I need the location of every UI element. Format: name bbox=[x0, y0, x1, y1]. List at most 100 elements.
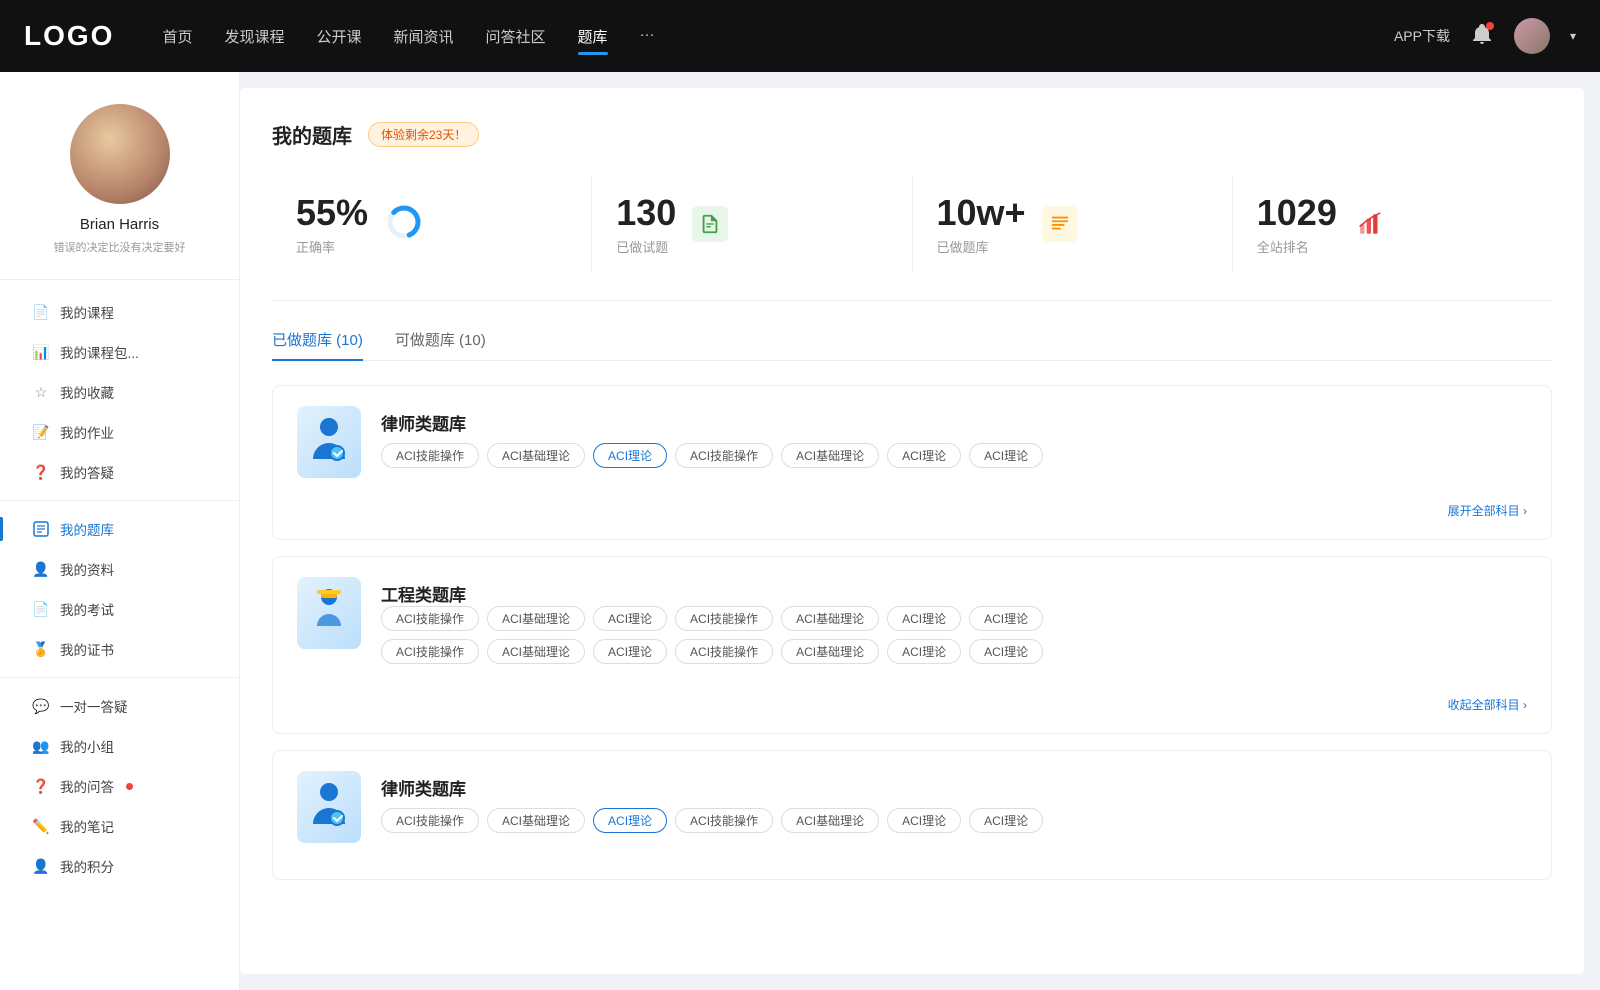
bank-tag-active[interactable]: ACI理论 bbox=[593, 443, 667, 468]
sidebar-item-mycourse[interactable]: 📄 我的课程 bbox=[0, 292, 239, 332]
bank-tag[interactable]: ACI技能操作 bbox=[675, 639, 773, 664]
stat-done-questions-number: 130 bbox=[616, 193, 676, 233]
notification-bell[interactable] bbox=[1470, 22, 1494, 51]
bank-tags-lawyer2: ACI技能操作 ACI基础理论 ACI理论 ACI技能操作 ACI基础理论 AC… bbox=[381, 808, 1043, 833]
bank-tag[interactable]: ACI理论 bbox=[887, 808, 961, 833]
sidebar-label-mycert: 我的证书 bbox=[60, 639, 114, 659]
bank-tag[interactable]: ACI技能操作 bbox=[675, 443, 773, 468]
bank-tag[interactable]: ACI技能操作 bbox=[381, 443, 479, 468]
bank-card-lawyer: 律师类题库 ACI技能操作 ACI基础理论 ACI理论 ACI技能操作 ACI基… bbox=[272, 385, 1552, 540]
bank-tag[interactable]: ACI基础理论 bbox=[487, 606, 585, 631]
page-title: 我的题库 bbox=[272, 120, 352, 149]
bank-tag[interactable]: ACI技能操作 bbox=[675, 606, 773, 631]
sidebar-label-mypoints: 我的积分 bbox=[60, 856, 114, 876]
nav-questionbank[interactable]: 题库 bbox=[578, 22, 608, 51]
bank-tag[interactable]: ACI理论 bbox=[593, 639, 667, 664]
sidebar-item-myqa[interactable]: ❓ 我的答疑 bbox=[0, 452, 239, 492]
sidebar-label-mygroup: 我的小组 bbox=[60, 736, 114, 756]
nav-links: 首页 发现课程 公开课 新闻资讯 问答社区 题库 ··· bbox=[162, 22, 1394, 51]
bank-tag[interactable]: ACI基础理论 bbox=[781, 606, 879, 631]
bank-tag[interactable]: ACI技能操作 bbox=[381, 606, 479, 631]
page-header: 我的题库 体验剩余23天！ bbox=[272, 120, 1552, 149]
bank-tag[interactable]: ACI理论 bbox=[887, 443, 961, 468]
bank-tag-active[interactable]: ACI理论 bbox=[593, 808, 667, 833]
bank-tag[interactable]: ACI理论 bbox=[969, 808, 1043, 833]
engineer-figure-icon bbox=[307, 586, 351, 640]
sidebar-item-onetoone[interactable]: 💬 一对一答疑 bbox=[0, 686, 239, 726]
stat-rank-number: 1029 bbox=[1257, 193, 1337, 233]
sidebar-label-myquestionbank: 我的题库 bbox=[60, 519, 114, 539]
trial-badge: 体验剩余23天！ bbox=[368, 122, 479, 147]
bank-tag[interactable]: ACI理论 bbox=[593, 606, 667, 631]
myprofile-icon: 👤 bbox=[32, 560, 50, 578]
bank-tag[interactable]: ACI理论 bbox=[887, 606, 961, 631]
user-avatar[interactable] bbox=[1514, 18, 1550, 54]
sidebar-item-myquestionbank[interactable]: 我的题库 bbox=[0, 509, 239, 549]
tabs-row: 已做题库 (10) 可做题库 (10) bbox=[272, 329, 1552, 361]
mycourse-icon: 📄 bbox=[32, 303, 50, 321]
bank-tag[interactable]: ACI技能操作 bbox=[381, 639, 479, 664]
nav-home[interactable]: 首页 bbox=[162, 22, 192, 51]
bank-tags-engineer-row2: ACI技能操作 ACI基础理论 ACI理论 ACI技能操作 ACI基础理论 AC… bbox=[381, 639, 1043, 664]
sidebar-item-myprofile[interactable]: 👤 我的资料 bbox=[0, 549, 239, 589]
user-menu-chevron[interactable]: ▾ bbox=[1570, 29, 1576, 43]
bank-tag[interactable]: ACI基础理论 bbox=[781, 808, 879, 833]
sidebar-item-mypackage[interactable]: 📊 我的课程包... bbox=[0, 332, 239, 372]
stat-done-questions-label: 已做试题 bbox=[616, 237, 676, 256]
myhomework-icon: 📝 bbox=[32, 423, 50, 441]
nav-discover[interactable]: 发现课程 bbox=[224, 22, 284, 51]
sidebar-menu: 📄 我的课程 📊 我的课程包... ☆ 我的收藏 📝 我的作业 ❓ 我的答疑 bbox=[0, 280, 239, 898]
sidebar-label-mynotes: 我的笔记 bbox=[60, 816, 114, 836]
sidebar-motto: 错误的决定比没有决定要好 bbox=[54, 239, 186, 255]
tab-available-banks[interactable]: 可做题库 (10) bbox=[395, 329, 486, 360]
logo: LOGO bbox=[24, 20, 114, 52]
sidebar-avatar-image bbox=[70, 104, 170, 204]
sidebar-item-mycert[interactable]: 🏅 我的证书 bbox=[0, 629, 239, 669]
mypackage-icon: 📊 bbox=[32, 343, 50, 361]
bank-title-lawyer2: 律师类题库 bbox=[381, 771, 1043, 800]
bank-tag[interactable]: ACI基础理论 bbox=[487, 639, 585, 664]
bank-tag[interactable]: ACI基础理论 bbox=[781, 639, 879, 664]
myqa-icon: ❓ bbox=[32, 463, 50, 481]
nav-news[interactable]: 新闻资讯 bbox=[394, 22, 454, 51]
bank-tag[interactable]: ACI理论 bbox=[969, 443, 1043, 468]
bank-expand-lawyer[interactable]: 展开全部科目 › bbox=[297, 502, 1527, 519]
sidebar-item-mypoints[interactable]: 👤 我的积分 bbox=[0, 846, 239, 886]
sidebar-item-mygroup[interactable]: 👥 我的小组 bbox=[0, 726, 239, 766]
bank-icon-engineer bbox=[297, 577, 361, 649]
nav-opencourse[interactable]: 公开课 bbox=[316, 22, 361, 51]
bank-tag[interactable]: ACI理论 bbox=[969, 639, 1043, 664]
bank-tag[interactable]: ACI技能操作 bbox=[381, 808, 479, 833]
myfavorite-icon: ☆ bbox=[32, 383, 50, 401]
bank-tag[interactable]: ACI基础理论 bbox=[487, 443, 585, 468]
stats-row: 55% 正确率 130 已做试题 bbox=[272, 177, 1552, 301]
bank-collapse-engineer[interactable]: 收起全部科目 › bbox=[297, 696, 1527, 713]
sidebar-item-mynotes[interactable]: ✏️ 我的笔记 bbox=[0, 806, 239, 846]
myquestionbank-icon bbox=[32, 520, 50, 538]
sidebar-label-myhomework: 我的作业 bbox=[60, 422, 114, 442]
app-download-button[interactable]: APP下载 bbox=[1394, 26, 1450, 46]
nav-more[interactable]: ··· bbox=[640, 22, 655, 51]
sidebar-divider-2 bbox=[0, 677, 239, 678]
bank-tags-engineer-row1: ACI技能操作 ACI基础理论 ACI理论 ACI技能操作 ACI基础理论 AC… bbox=[381, 606, 1043, 631]
sidebar-label-myprofile: 我的资料 bbox=[60, 559, 114, 579]
bank-tag[interactable]: ACI理论 bbox=[887, 639, 961, 664]
bank-tag[interactable]: ACI基础理论 bbox=[487, 808, 585, 833]
sidebar-item-myexam[interactable]: 📄 我的考试 bbox=[0, 589, 239, 629]
bank-icon-lawyer2 bbox=[297, 771, 361, 843]
tab-done-banks[interactable]: 已做题库 (10) bbox=[272, 329, 363, 360]
nav-qa[interactable]: 问答社区 bbox=[486, 22, 546, 51]
lawyer-figure-icon bbox=[307, 415, 351, 469]
bank-tag[interactable]: ACI基础理论 bbox=[781, 443, 879, 468]
sidebar-item-myhomework[interactable]: 📝 我的作业 bbox=[0, 412, 239, 452]
sidebar-label-myqa: 我的答疑 bbox=[60, 462, 114, 482]
bank-card-lawyer2: 律师类题库 ACI技能操作 ACI基础理论 ACI理论 ACI技能操作 ACI基… bbox=[272, 750, 1552, 880]
stat-accuracy-icon bbox=[384, 202, 424, 247]
sidebar-item-myquestion[interactable]: ❓ 我的问答 bbox=[0, 766, 239, 806]
sidebar-label-myquestion: 我的问答 bbox=[60, 776, 114, 796]
bank-icon-lawyer bbox=[297, 406, 361, 478]
stat-accuracy: 55% 正确率 bbox=[272, 177, 592, 272]
bank-tag[interactable]: ACI技能操作 bbox=[675, 808, 773, 833]
sidebar-item-myfavorite[interactable]: ☆ 我的收藏 bbox=[0, 372, 239, 412]
bank-tag[interactable]: ACI理论 bbox=[969, 606, 1043, 631]
